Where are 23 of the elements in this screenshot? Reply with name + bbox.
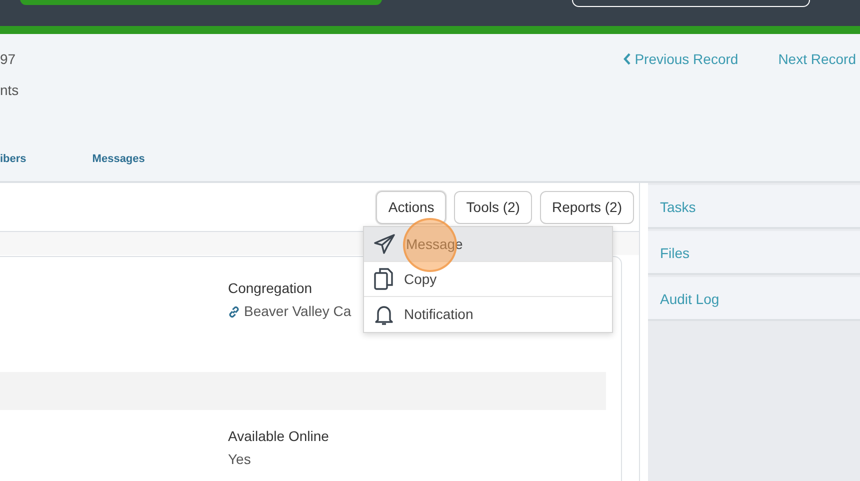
sidebar-item[interactable]: Tasks bbox=[648, 185, 860, 229]
copy-icon bbox=[374, 268, 394, 290]
toolbar-button[interactable]: Reports (2) bbox=[540, 190, 634, 224]
link-icon bbox=[228, 306, 240, 318]
menu-item[interactable]: Copy bbox=[364, 262, 612, 297]
previous-record-link[interactable]: Previous Record bbox=[622, 48, 738, 70]
tab[interactable]: Messages bbox=[92, 151, 145, 168]
record-number: 97 bbox=[0, 50, 17, 69]
toolbar-button[interactable]: Tools (2) bbox=[454, 190, 532, 224]
field-value: Yes bbox=[228, 450, 252, 469]
field-label: Available Online bbox=[228, 427, 329, 446]
field-label: Congregation bbox=[228, 279, 314, 298]
next-record-link[interactable]: Next Record bbox=[778, 48, 856, 70]
chevron-left-icon bbox=[622, 53, 631, 65]
field-link[interactable]: Beaver Valley Ca bbox=[228, 301, 352, 322]
menu-item[interactable]: Notification bbox=[364, 297, 612, 332]
tab[interactable]: ibers bbox=[0, 151, 26, 168]
bell-icon bbox=[374, 304, 394, 326]
sidebar-item[interactable]: Audit Log bbox=[648, 277, 860, 321]
record-subtitle: nts bbox=[0, 81, 19, 100]
paper-plane-icon bbox=[374, 234, 396, 254]
toolbar-button[interactable]: Actions bbox=[376, 190, 446, 224]
sidebar-item[interactable]: Files bbox=[648, 231, 860, 275]
